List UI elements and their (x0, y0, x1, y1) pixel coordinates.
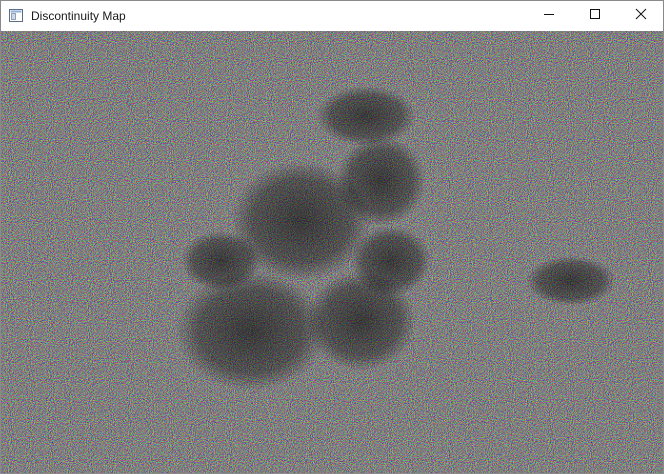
discontinuity-map-canvas[interactable] (1, 31, 663, 473)
app-window: Discontinuity Map (0, 0, 664, 474)
close-button[interactable] (618, 1, 663, 31)
minimize-button[interactable] (526, 1, 572, 31)
maximize-icon (589, 7, 601, 25)
title-bar[interactable]: Discontinuity Map (1, 1, 663, 31)
close-icon (635, 7, 647, 25)
window-app-icon (9, 9, 23, 22)
maximize-button[interactable] (572, 1, 618, 31)
minimize-icon (543, 7, 555, 25)
window-title: Discontinuity Map (31, 9, 126, 23)
noise-image (1, 31, 663, 473)
